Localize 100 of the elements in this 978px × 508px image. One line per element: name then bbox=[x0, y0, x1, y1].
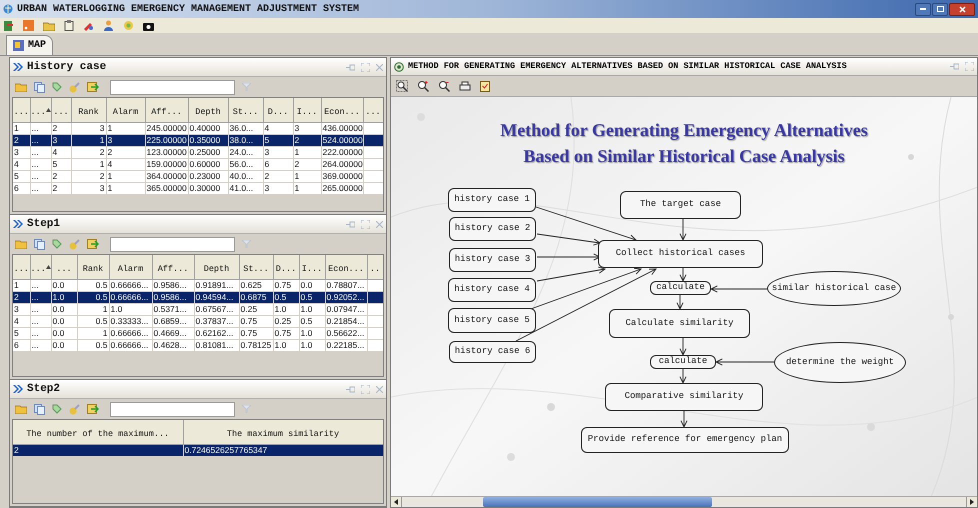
table-row[interactable]: 2 0.7246526257765347 bbox=[13, 444, 383, 456]
table-row[interactable]: 1 ... 2 3 1 245.00000 0.40000 36.0... 4 3 436.00000 bbox=[13, 122, 383, 134]
table-cell-text: 2 bbox=[13, 445, 20, 456]
tab[interactable]: MAP bbox=[6, 35, 54, 55]
table-cell-text: 0.75 bbox=[274, 328, 292, 338]
export-icon[interactable] bbox=[87, 404, 99, 414]
column-header[interactable]: Depth bbox=[188, 98, 228, 122]
maximize-icon[interactable] bbox=[965, 62, 974, 71]
pin-icon[interactable] bbox=[346, 386, 355, 392]
table-cell-text: 0.0 bbox=[52, 316, 66, 326]
table-row[interactable]: 4 ... 0.0 0.5 0.33333... 0.6859... 0.37837... 0.75 0.25 0.5 0.21854... bbox=[13, 316, 383, 328]
tag-icon[interactable] bbox=[52, 82, 62, 92]
minimize-button[interactable] bbox=[915, 2, 931, 16]
pin-icon[interactable] bbox=[346, 64, 355, 70]
column-header[interactable]: ... bbox=[51, 255, 77, 280]
column-header[interactable]: ... bbox=[13, 98, 30, 122]
column-header[interactable]: St... bbox=[228, 98, 263, 122]
flow-node: history case 5 bbox=[448, 308, 536, 333]
export-icon[interactable] bbox=[87, 82, 99, 92]
table-cell-text: 6 bbox=[264, 159, 270, 170]
copy-icon[interactable] bbox=[34, 82, 45, 92]
table-row[interactable]: 5 ... 2 2 1 364.00000 0.23000 40.0... 2 1 369.00000 bbox=[13, 170, 383, 182]
column-header[interactable]: The maximum similarity bbox=[183, 420, 383, 444]
scroll-right-button[interactable] bbox=[966, 497, 977, 507]
column-header[interactable]: Aff... bbox=[152, 255, 194, 280]
folder-icon[interactable] bbox=[15, 404, 27, 414]
column-header[interactable]: Alarm bbox=[106, 98, 145, 122]
column-header[interactable]: St... bbox=[239, 255, 273, 280]
close-icon[interactable] bbox=[376, 220, 383, 228]
flow-node: history case 6 bbox=[449, 341, 536, 363]
pin-icon[interactable] bbox=[346, 220, 355, 228]
table-cell-text: 4 bbox=[13, 316, 20, 326]
column-header[interactable]: I... bbox=[293, 98, 321, 122]
table-row[interactable]: 1 ... 0.0 0.5 0.66666... 0.9586... 0.91891... 0.625 0.75 0.0 0.78807... bbox=[13, 280, 383, 292]
column-header[interactable]: Alarm bbox=[109, 255, 152, 280]
globe-icon bbox=[3, 4, 13, 14]
zoom-in-icon[interactable] bbox=[417, 80, 429, 92]
folder-icon[interactable] bbox=[43, 20, 55, 30]
filter-icon[interactable] bbox=[242, 405, 251, 413]
close-icon[interactable] bbox=[376, 64, 383, 70]
zoom-fit-icon[interactable] bbox=[396, 80, 408, 92]
double-chevron-icon bbox=[13, 385, 23, 393]
column-header[interactable]: Rank bbox=[77, 255, 109, 280]
column-header[interactable]: The number of the maximum... bbox=[13, 420, 183, 444]
filter-icon[interactable] bbox=[242, 240, 251, 248]
clipboard-icon[interactable] bbox=[480, 80, 490, 92]
zoom-out-icon[interactable] bbox=[438, 80, 450, 92]
maximize-button[interactable] bbox=[932, 2, 948, 16]
diagram-heading: Based on Similar Historical Case Analysis bbox=[523, 145, 845, 168]
column-header[interactable]: Rank bbox=[71, 98, 106, 122]
column-header[interactable]: ... bbox=[363, 98, 383, 122]
column-header[interactable]: I... bbox=[299, 255, 325, 280]
search-field[interactable] bbox=[110, 80, 235, 94]
tag-icon[interactable] bbox=[52, 239, 62, 249]
copy-icon[interactable] bbox=[34, 238, 45, 250]
column-header[interactable]: Econ... bbox=[325, 255, 367, 280]
column-header[interactable]: D... bbox=[263, 98, 293, 122]
scroll-left-button[interactable] bbox=[391, 497, 402, 507]
table-row[interactable]: 6 ... 0.0 0.5 0.66666... 0.4628... 0.81081... 0.78125 1.0 1.0 0.22185... bbox=[13, 340, 383, 352]
door-icon[interactable] bbox=[3, 20, 14, 31]
table-cell-text: 0.9586... bbox=[152, 292, 188, 302]
column-header[interactable]: ... bbox=[30, 255, 51, 280]
tag-icon[interactable] bbox=[52, 404, 62, 414]
column-header[interactable]: ... bbox=[51, 98, 71, 122]
column-header[interactable]: Aff... bbox=[145, 98, 188, 122]
folder-icon[interactable] bbox=[15, 82, 27, 92]
folder-icon[interactable] bbox=[15, 239, 27, 249]
table-row[interactable]: 3 ... 4 2 2 123.00000 0.25000 24.0... 3 1 222.00000 bbox=[13, 146, 383, 158]
search-field[interactable] bbox=[110, 236, 235, 252]
maximize-icon[interactable] bbox=[361, 220, 370, 228]
filter-icon[interactable] bbox=[242, 83, 251, 91]
table-row[interactable]: 2 ... 3 1 3 225.00000 0.35000 38.0... 5 2 524.00000 bbox=[13, 134, 383, 146]
table-row[interactable]: 3 ... 0.0 1 1.0 0.5371... 0.67567... 0.25 1.0 1.0 0.07947... bbox=[13, 304, 383, 316]
clipboard-icon[interactable] bbox=[64, 20, 74, 31]
close-button[interactable] bbox=[949, 2, 975, 16]
table-row[interactable]: 5 ... 0.0 1 0.66666... 0.4669... 0.62162... 0.75 0.75 1.0 0.56622... bbox=[13, 328, 383, 340]
export-icon[interactable] bbox=[87, 239, 99, 249]
table-row[interactable]: 2 ... 1.0 0.5 0.66666... 0.9586... 0.94594... 0.6875 0.5 0.5 0.92052... bbox=[13, 292, 383, 304]
column-header[interactable]: D... bbox=[273, 255, 299, 280]
print-icon[interactable] bbox=[459, 80, 471, 92]
maximize-icon[interactable] bbox=[361, 384, 370, 394]
table-cell-text: 0.9586... bbox=[152, 280, 188, 290]
column-header[interactable]: ... bbox=[30, 98, 51, 122]
column-header[interactable]: Econ... bbox=[321, 98, 363, 122]
search-field[interactable] bbox=[110, 402, 235, 416]
column-header[interactable]: .. bbox=[367, 255, 383, 280]
scrollbar-thumb[interactable] bbox=[483, 497, 712, 507]
person-icon[interactable] bbox=[103, 20, 114, 31]
table-cell-text: 1.0 bbox=[300, 304, 314, 314]
copy-icon[interactable] bbox=[34, 404, 45, 414]
pin-icon[interactable] bbox=[950, 63, 959, 70]
table-row[interactable]: 6 ... 2 3 1 365.00000 0.30000 41.0... 3 1 265.00000 bbox=[13, 182, 383, 194]
column-header[interactable]: Depth bbox=[194, 255, 239, 280]
camera-icon[interactable] bbox=[143, 20, 154, 30]
column-header[interactable]: ... bbox=[13, 255, 30, 280]
flow-node: Calculate similarity bbox=[609, 309, 750, 338]
close-icon[interactable] bbox=[376, 386, 383, 392]
maximize-icon[interactable] bbox=[361, 62, 370, 72]
table-cell-text: 0.6859... bbox=[152, 316, 188, 326]
table-row[interactable]: 4 ... 5 1 4 159.00000 0.60000 56.0... 6 2 264.00000 bbox=[13, 158, 383, 170]
